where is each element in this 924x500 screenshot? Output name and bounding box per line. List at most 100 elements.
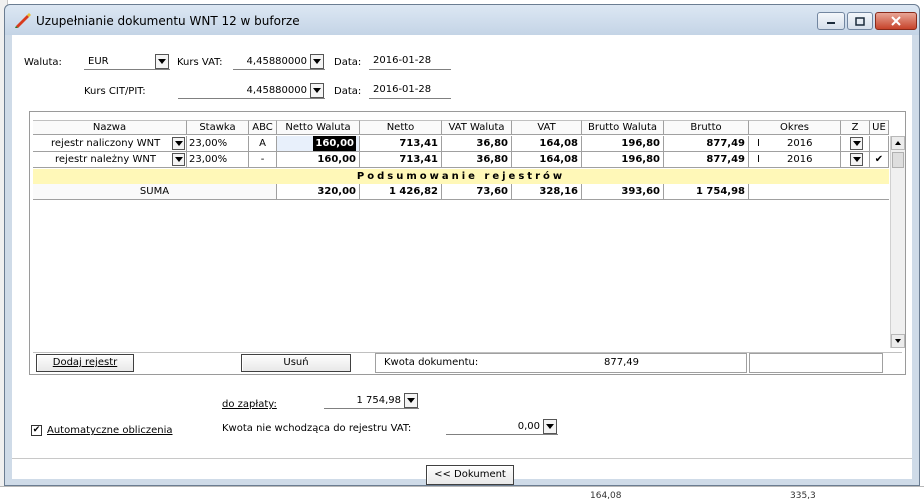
cell-netto[interactable]: 713,41 [360,152,442,168]
col-header-okres[interactable]: Okres [749,120,841,135]
cell-nazwa-text: rejestr naliczony WNT [51,138,161,149]
cell-brutto-waluta[interactable]: 196,80 [582,152,664,168]
close-icon [891,16,901,26]
cell-nazwa[interactable]: rejestr należny WNT [33,152,187,168]
kurs-cit-label: Kurs CIT/PIT: [84,86,146,97]
cell-stawka[interactable]: 23,00% [187,136,249,152]
kwota-dokumentu-value: 877,49 [604,357,639,368]
col-header-z[interactable]: Z [841,120,870,135]
do-zaplaty-select[interactable]: 1 754,98 [324,393,419,409]
cell-stawka[interactable]: 23,00% [187,152,249,168]
cell-brutto[interactable]: 877,49 [664,136,749,152]
title-bar[interactable]: Uzupełnianie dokumentu WNT 12 w buforze [5,5,919,35]
do-zaplaty-value: 1 754,98 [356,395,401,406]
col-header-stawka[interactable]: Stawka [187,120,249,135]
cell-okres-month: I [757,154,760,165]
usun-button[interactable]: Usuń [241,354,351,372]
cell-abc[interactable]: A [249,136,277,152]
cell-abc[interactable]: - [249,152,277,168]
scroll-down-arrow-icon[interactable] [891,334,905,348]
suma-vat: 328,16 [512,184,582,200]
auto-calc-checkbox[interactable]: ✔ [31,425,42,436]
maximize-icon [855,16,865,26]
dokument-back-button[interactable]: << Dokument [426,465,514,485]
do-zaplaty-dropdown-arrow-icon[interactable] [404,393,418,408]
cell-vat-waluta[interactable]: 36,80 [442,152,512,168]
cell-netto-waluta[interactable]: 160,00 [277,136,360,152]
usun-label: Usuń [283,357,309,368]
cell-netto[interactable]: 713,41 [360,136,442,152]
data1-field[interactable]: 2016-01-28 [369,54,451,70]
cell-okres[interactable]: I 2016 [749,152,841,168]
cell-netto-waluta[interactable]: 160,00 [277,152,360,168]
cell-brutto[interactable]: 877,49 [664,152,749,168]
cell-okres-month: I [757,138,760,149]
kurs-vat-value: 4,45880000 [246,56,307,67]
registers-grid-frame: Nazwa Stawka ABC Netto Waluta Netto VAT … [29,111,906,375]
kurs-cit-select[interactable]: 4,45880000 [178,83,325,99]
waluta-label: Waluta: [24,57,62,68]
scroll-up-arrow-icon[interactable] [891,136,905,150]
z-dropdown-arrow-icon[interactable] [850,137,863,150]
nazwa-dropdown-arrow-icon[interactable] [172,137,185,150]
cell-ue[interactable]: ✔ [870,152,889,168]
cell-vat[interactable]: 164,08 [512,152,582,168]
cell-z[interactable] [841,136,870,152]
kwota-dokumentu-panel: Kwota dokumentu: 877,49 [375,353,747,373]
background-app-bottom-edge: 164,08 335,3 [0,486,924,500]
cell-netto-waluta-selected: 160,00 [313,136,356,151]
data2-field[interactable]: 2016-01-28 [369,83,451,99]
col-header-vat-waluta[interactable]: VAT Waluta [442,120,512,135]
kurs-vat-label: Kurs VAT: [177,57,223,68]
cell-ue[interactable] [870,136,889,152]
col-header-ue[interactable]: UE [870,120,889,135]
z-dropdown-arrow-icon[interactable] [850,153,863,166]
kwota-nie-wchodzaca-dropdown-arrow-icon[interactable] [543,419,557,434]
auto-calc-label[interactable]: Automatyczne obliczenia [47,425,173,436]
do-zaplaty-label: do zapłaty: [222,399,277,410]
nazwa-dropdown-arrow-icon[interactable] [172,153,185,166]
waluta-value: EUR [88,56,109,67]
dodaj-rejestr-button[interactable]: Dodaj rejestr [36,354,134,372]
suma-brutto-waluta: 393,60 [582,184,664,200]
kwota-nie-wchodzaca-select[interactable]: 0,00 [446,419,558,435]
cell-z[interactable] [841,152,870,168]
kwota-nie-wchodzaca-value: 0,00 [517,421,540,432]
kwota-nie-wchodzaca-label: Kwota nie wchodząca do rejestru VAT: [222,423,412,434]
col-header-vat[interactable]: VAT [512,120,582,135]
maximize-button[interactable] [847,12,873,30]
col-header-brutto-waluta[interactable]: Brutto Waluta [582,120,664,135]
registers-table: Nazwa Stawka ABC Netto Waluta Netto VAT … [33,120,889,350]
cell-okres[interactable]: I 2016 [749,136,841,152]
cell-okres-year: 2016 [787,138,813,149]
col-header-abc[interactable]: ABC [249,120,277,135]
col-header-brutto[interactable]: Brutto [664,120,749,135]
minimize-button[interactable] [817,12,845,30]
waluta-select[interactable]: EUR [84,54,170,70]
cell-nazwa[interactable]: rejestr naliczony WNT [33,136,187,152]
suma-row: SUMA 320,00 1 426,82 73,60 328,16 393,60… [33,184,889,200]
cell-brutto-waluta[interactable]: 196,80 [582,136,664,152]
col-header-nazwa[interactable]: Nazwa [33,120,187,135]
col-header-netto-waluta[interactable]: Netto Waluta [277,120,360,135]
cell-vat-waluta[interactable]: 36,80 [442,136,512,152]
grid-vertical-scrollbar[interactable] [890,136,905,348]
table-row[interactable]: rejestr należny WNT 23,00% - 160,00 713,… [33,152,889,168]
scroll-thumb[interactable] [892,152,904,168]
waluta-dropdown-arrow-icon[interactable] [155,54,169,69]
grid-footer: Dodaj rejestr Usuń Kwota dokumentu: 877,… [33,352,902,373]
kurs-vat-select[interactable]: 4,45880000 [233,54,325,70]
suma-label: SUMA [33,184,277,200]
col-header-netto[interactable]: Netto [360,120,442,135]
kurs-vat-dropdown-arrow-icon[interactable] [310,54,324,69]
kurs-cit-dropdown-arrow-icon[interactable] [310,83,324,98]
suma-brutto: 1 754,98 [664,184,749,200]
table-row[interactable]: rejestr naliczony WNT 23,00% A 160,00 71… [33,136,889,152]
background-value-2: 335,3 [790,491,816,500]
suma-empty [749,184,889,200]
data2-label: Data: [334,86,362,97]
close-button[interactable] [875,12,917,30]
cell-vat[interactable]: 164,08 [512,136,582,152]
suma-netto: 1 426,82 [360,184,442,200]
window-title: Uzupełnianie dokumentu WNT 12 w buforze [36,14,300,28]
